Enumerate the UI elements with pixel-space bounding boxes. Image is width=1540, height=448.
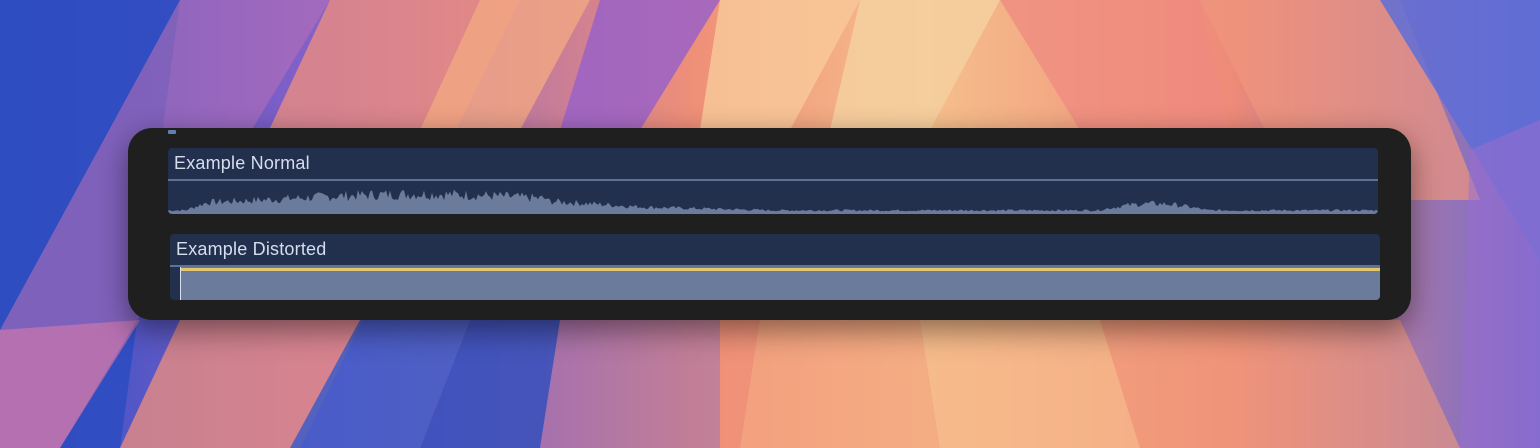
waveform	[180, 267, 1380, 300]
playhead-marker[interactable]	[168, 130, 176, 134]
clip-title: Example Normal	[174, 153, 310, 173]
audio-clip-normal[interactable]: Example Normal	[168, 148, 1378, 214]
audio-clip-distorted[interactable]: Example Distorted	[170, 234, 1380, 300]
waveform-start-edge	[180, 267, 181, 300]
clip-indicator-yellow	[180, 268, 1380, 271]
waveform-body	[180, 267, 1380, 300]
waveform-body	[168, 189, 1378, 214]
clip-title: Example Distorted	[176, 239, 327, 259]
audio-editor-window: Example Normal Example Distorted	[128, 128, 1411, 320]
waveform	[168, 189, 1378, 214]
